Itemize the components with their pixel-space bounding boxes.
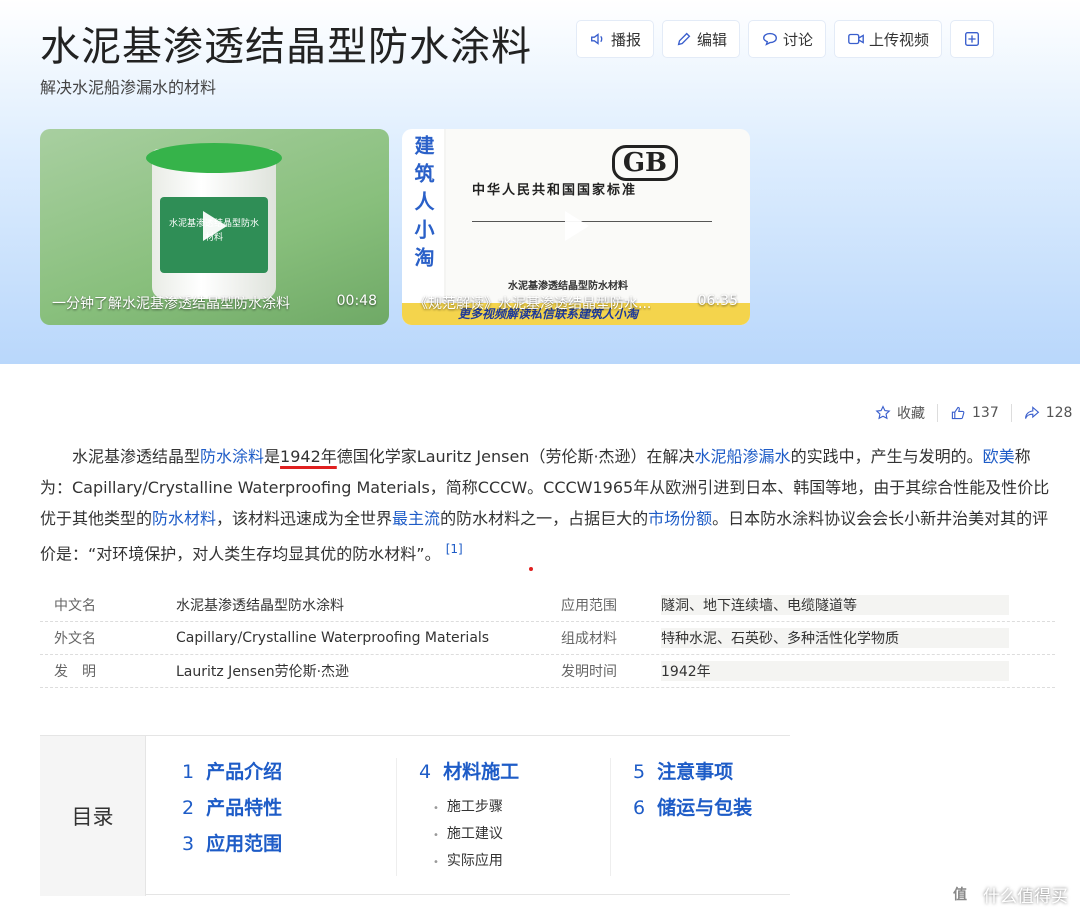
link-market-share[interactable]: 市场份额 [648, 509, 712, 528]
toc-item[interactable]: 4 材料施工 [399, 758, 519, 794]
watermark-text: 什么值得买 [983, 886, 1068, 907]
like-button[interactable]: 137 [950, 405, 999, 421]
collect-label: 收藏 [897, 406, 925, 422]
info-row: 中文名 水泥基渗透结晶型防水涂料 应用范围 隧洞、地下连续墙、电缆隧道等 [40, 589, 1055, 622]
video-duration: 06:35 [697, 293, 738, 309]
video-title: 一分钟了解水泥基渗透结晶型防水涂料 [52, 296, 290, 312]
play-icon[interactable] [203, 211, 227, 241]
toc-item[interactable]: 6 储运与包装 [613, 794, 752, 830]
collect-button[interactable]: 收藏 [875, 403, 925, 423]
toc-subitem[interactable]: 施工步骤 [399, 794, 519, 821]
play-icon[interactable] [565, 211, 589, 241]
page-title: 水泥基渗透结晶型防水涂料 [40, 24, 532, 70]
discuss-button[interactable]: 讨论 [749, 21, 826, 57]
toc-label: 目录 [40, 736, 146, 896]
star-icon [875, 405, 891, 420]
gb-badge: GB [611, 145, 678, 181]
link-waterproof-material[interactable]: 防水材料 [152, 509, 216, 528]
action-bar: 播报 编辑 讨论 上传视频 [577, 21, 994, 57]
like-count: 137 [972, 405, 999, 421]
edit-label: 编辑 [697, 30, 728, 49]
toc-item[interactable]: 3 应用范围 [182, 830, 282, 866]
speaker-icon [591, 33, 603, 45]
chat-bubble-icon [763, 32, 778, 46]
discuss-label: 讨论 [783, 30, 814, 49]
link-mainstream[interactable]: 最主流 [392, 509, 440, 528]
reference-link[interactable]: [1] [446, 542, 463, 556]
thumbs-up-icon [951, 406, 965, 420]
video-card-standard[interactable]: 建筑人小淘 GB 中华人民共和国国家标准 水泥基渗透结晶型防水材料 更多视频解读… [402, 129, 750, 325]
watermark: 值 什么值得买 [945, 879, 1068, 909]
document-name: 水泥基渗透结晶型防水材料 [508, 281, 628, 292]
edit-button[interactable]: 编辑 [663, 21, 740, 57]
add-button[interactable] [951, 21, 994, 57]
share-button[interactable]: 128 [1024, 405, 1073, 421]
video-card-intro[interactable]: 水泥基渗透结晶型防水材料 一分钟了解水泥基渗透结晶型防水涂料 00:48 [40, 129, 389, 325]
cursor-dot [529, 567, 533, 571]
video-caption: 《规范解读》水泥基渗透结晶型防水... 06:35 [414, 293, 738, 313]
table-of-contents: 目录 1产品介绍 2产品特性 3应用范围 4材料施工 施工步骤 施工建议 实际应… [40, 735, 790, 896]
toc-item[interactable]: 2 产品特性 [182, 794, 282, 830]
underlined-year: 1942年 [280, 447, 337, 466]
page-subtitle: 解决水泥船渗漏水的材料 [40, 78, 217, 97]
video-caption: 一分钟了解水泥基渗透结晶型防水涂料 00:48 [52, 293, 377, 313]
infobox: 中文名 水泥基渗透结晶型防水涂料 应用范围 隧洞、地下连续墙、电缆隧道等 外文名… [40, 589, 1055, 688]
pencil-icon [677, 32, 691, 46]
link-waterproof-coating[interactable]: 防水涂料 [200, 447, 264, 466]
toc-column: 4材料施工 施工步骤 施工建议 实际应用 [396, 758, 519, 876]
link-cement-boat-leak[interactable]: 水泥船渗漏水 [695, 447, 791, 466]
stats-bar: 收藏 137 128 [875, 403, 1072, 423]
intro-paragraph: 水泥基渗透结晶型防水涂料是1942年德国化学家Lauritz Jensen（劳伦… [40, 447, 1050, 564]
link-europe-america[interactable]: 欧美 [983, 447, 1015, 466]
toc-column: 1 产品介绍 2 产品特性 3 应用范围 [182, 758, 282, 866]
share-icon [1024, 406, 1039, 419]
hero-banner: 水泥基渗透结晶型防水涂料 解决水泥船渗漏水的材料 播报 编辑 讨论 上传视频 水… [0, 0, 1080, 364]
info-row: 外文名 Capillary/Crystalline Waterproofing … [40, 622, 1055, 655]
broadcast-button[interactable]: 播报 [577, 21, 654, 57]
toc-subitem[interactable]: 实际应用 [399, 848, 519, 875]
watermark-logo-icon: 值 [945, 879, 975, 909]
toc-item[interactable]: 1 产品介绍 [182, 758, 282, 794]
toc-item[interactable]: 5 注意事项 [613, 758, 752, 794]
plus-icon [965, 32, 980, 46]
info-row: 发 明 Lauritz Jensen劳伦斯·杰逊 发明时间 1942年 [40, 655, 1055, 688]
upload-video-label: 上传视频 [869, 30, 930, 49]
video-title: 《规范解读》水泥基渗透结晶型防水... [414, 296, 652, 312]
video-camera-icon [848, 33, 864, 45]
upload-video-button[interactable]: 上传视频 [835, 21, 942, 57]
toc-column: 5 注意事项 6 储运与包装 [610, 758, 752, 876]
document-heading: 中华人民共和国国家标准 [472, 183, 638, 198]
share-count: 128 [1045, 405, 1073, 421]
video-duration: 00:48 [336, 293, 377, 309]
toc-subitem[interactable]: 施工建议 [399, 821, 519, 848]
broadcast-label: 播报 [611, 30, 642, 49]
